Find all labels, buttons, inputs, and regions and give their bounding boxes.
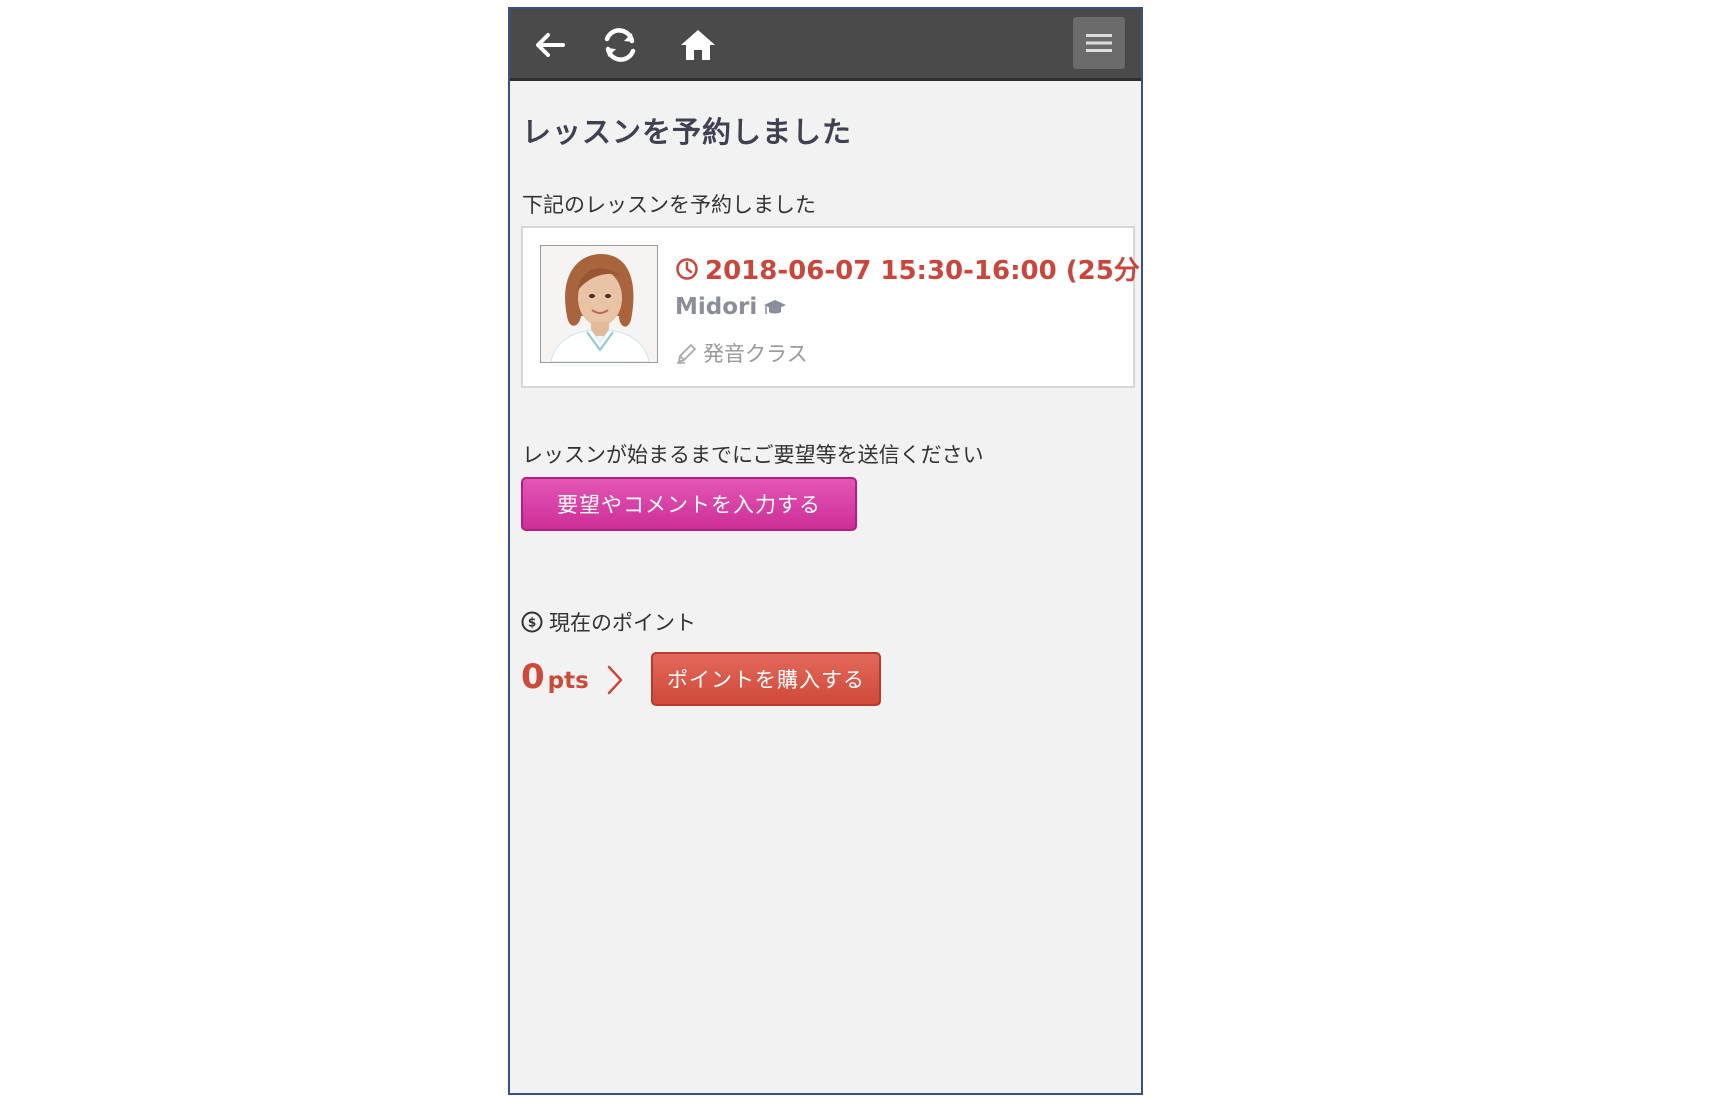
clock-icon <box>676 257 698 280</box>
points-value: 0 <box>521 657 545 697</box>
top-nav-bar <box>510 9 1141 81</box>
svg-text:$: $ <box>528 616 536 630</box>
hamburger-menu-button[interactable] <box>1073 17 1125 69</box>
reload-icon[interactable] <box>598 23 642 67</box>
graduation-cap-icon <box>764 300 787 314</box>
lesson-datetime: 2018-06-07 15:30-16:00 (25分) <box>675 250 1143 287</box>
points-balance: 0 pts <box>521 657 589 697</box>
teacher-name[interactable]: Midori <box>675 294 787 320</box>
lesson-datetime-text: 2018-06-07 15:30-16:00 (25分) <box>705 256 1143 286</box>
lesson-card: 2018-06-07 15:30-16:00 (25分) Midori 発音クラ… <box>521 226 1141 388</box>
points-unit: pts <box>547 668 589 694</box>
home-icon[interactable] <box>676 23 720 67</box>
teacher-avatar[interactable] <box>540 245 658 363</box>
page-subtitle: 下記のレッスンを予約しました <box>522 193 816 217</box>
teacher-name-text: Midori <box>675 294 758 320</box>
request-comment-button[interactable]: 要望やコメントを入力する <box>521 477 857 531</box>
course-name: 発音クラス <box>675 338 808 368</box>
buy-points-button[interactable]: ポイントを購入する <box>651 652 881 706</box>
page-title: レッスンを予約しました <box>522 115 853 149</box>
back-arrow-icon[interactable] <box>528 23 572 67</box>
points-label-text: 現在のポイント <box>549 611 696 635</box>
pencil-icon <box>677 344 696 364</box>
chevron-right-icon[interactable] <box>605 663 625 697</box>
phone-frame: レッスンを予約しました 下記のレッスンを予約しました 2018-06-07 15… <box>508 7 1143 1095</box>
course-name-text: 発音クラス <box>703 342 808 366</box>
hamburger-menu-icon <box>1086 34 1112 52</box>
coin-icon: $ <box>521 611 543 633</box>
request-prompt: レッスンが始まるまでにご要望等を送信ください <box>522 443 984 467</box>
points-label: $ 現在のポイント <box>521 607 696 637</box>
